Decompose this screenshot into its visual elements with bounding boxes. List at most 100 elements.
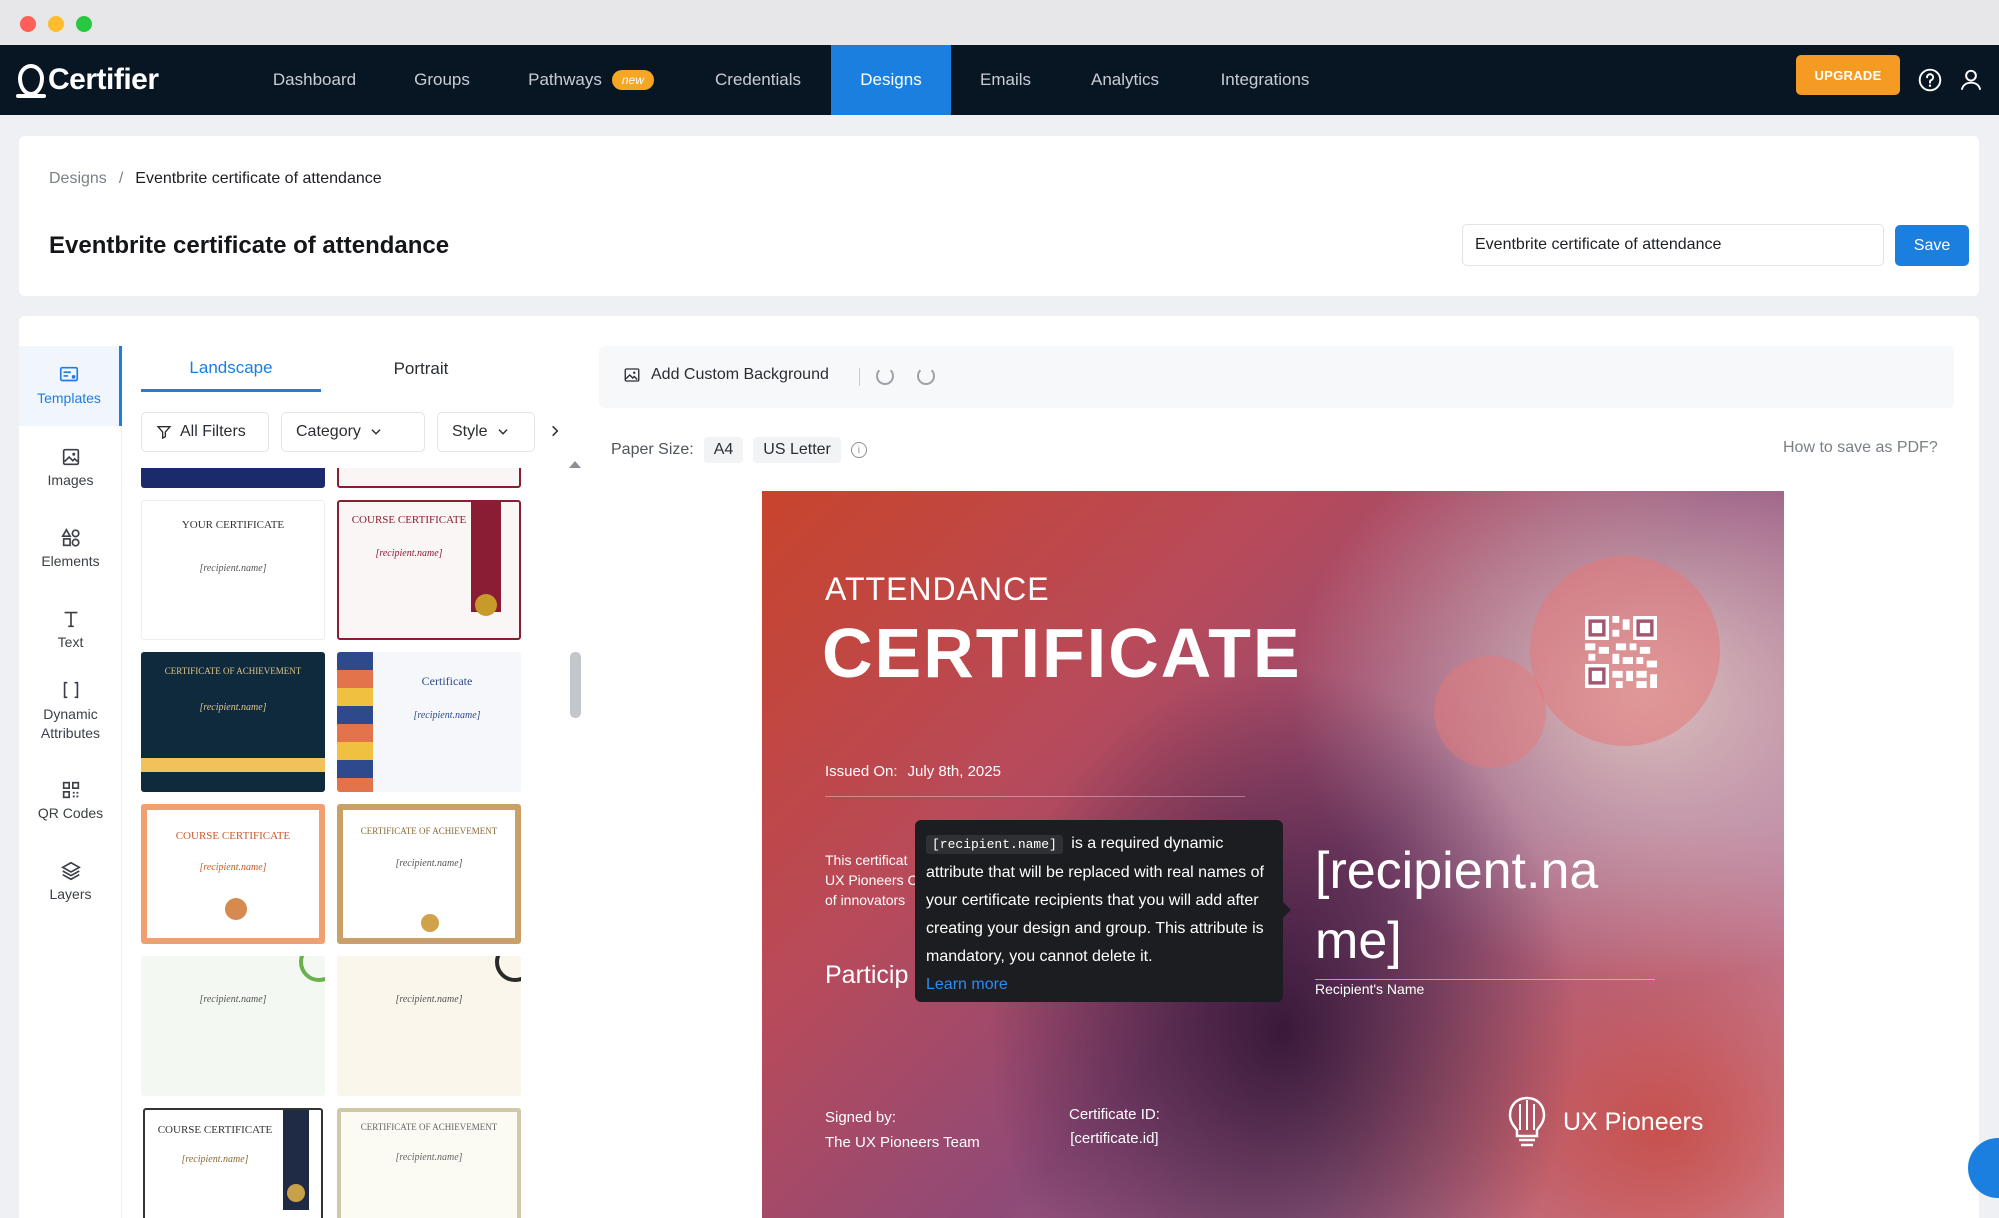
template-thumbnail[interactable]: CERTIFICATE OF ACHIEVEMENT [recipient.na… <box>141 652 325 792</box>
lightbulb-icon <box>1508 1096 1546 1147</box>
certificate-heading-small[interactable]: ATTENDANCE <box>825 571 1050 608</box>
issued-label: Issued On: <box>825 763 898 780</box>
question-circle-icon[interactable] <box>1917 66 1943 94</box>
template-thumbnail[interactable]: [recipient.name] <box>337 956 521 1096</box>
certificate-id-block[interactable]: Certificate ID: [certificate.id] <box>1069 1103 1160 1151</box>
recipient-name-label[interactable]: Recipient's Name <box>1315 981 1424 997</box>
design-name-input[interactable] <box>1462 224 1884 266</box>
thumbnail-title: CERTIFICATE OF ACHIEVEMENT <box>360 826 498 836</box>
maximize-window-button[interactable] <box>76 16 92 32</box>
template-thumbnail[interactable]: [recipient.name] <box>141 956 325 1096</box>
sidebar-item-dynamic-attributes[interactable]: Dynamic Attributes <box>19 671 122 761</box>
template-thumbnail[interactable]: Certificate [recipient.name] <box>337 652 521 792</box>
certifier-logo[interactable]: Certifier <box>16 57 159 103</box>
nav-emails-label: Emails <box>979 70 1031 89</box>
template-thumbnail[interactable]: YOUR CERTIFICATE [recipient.name] <box>141 500 325 640</box>
thumbnail-title: CERTIFICATE OF ACHIEVEMENT <box>360 1122 498 1132</box>
breadcrumb: Designs / Eventbrite certificate of atte… <box>49 170 382 188</box>
thumbnail-name: [recipient.name] <box>181 1154 249 1165</box>
issued-on[interactable]: Issued On: July 8th, 2025 <box>825 763 1001 780</box>
tab-portrait[interactable]: Portrait <box>331 346 511 392</box>
breadcrumb-separator: / <box>118 170 124 187</box>
user-icon[interactable] <box>1958 66 1984 94</box>
sidebar-item-images[interactable]: Images <box>19 438 122 508</box>
nav-pathways[interactable]: Pathways new <box>516 45 666 115</box>
participation-text[interactable]: Particip <box>825 961 925 990</box>
certificate-description[interactable]: This certificat UX Pioneers C of innovat… <box>825 850 925 910</box>
thumbnail-title: YOUR CERTIFICATE <box>181 519 285 531</box>
nav-groups[interactable]: Groups <box>396 45 488 115</box>
sidebar-item-templates[interactable]: Templates <box>19 346 122 426</box>
category-dropdown[interactable]: Category <box>281 412 425 452</box>
description-line: of innovators <box>825 892 906 908</box>
tooltip-text: is a required dynamic attribute that wil… <box>926 835 1264 965</box>
top-navigation: Certifier Dashboard Groups Pathways new C… <box>0 45 1999 115</box>
sidebar-item-qr-codes[interactable]: QR Codes <box>19 771 122 841</box>
recipient-name-attribute[interactable]: [recipient.na me] <box>1315 836 1655 976</box>
nav-credentials[interactable]: Credentials <box>700 45 816 115</box>
style-label: Style <box>452 423 488 440</box>
style-dropdown[interactable]: Style <box>437 412 535 452</box>
undo-icon[interactable] <box>876 367 894 385</box>
filter-icon <box>156 426 172 440</box>
nav-integrations[interactable]: Integrations <box>1210 45 1320 115</box>
add-custom-background-button[interactable]: Add Custom Background <box>623 366 829 384</box>
signed-by-label: Signed by: <box>825 1109 896 1126</box>
sidebar-item-layers[interactable]: Layers <box>19 852 122 922</box>
minimize-window-button[interactable] <box>48 16 64 32</box>
chevron-right-icon[interactable] <box>548 422 562 440</box>
breadcrumb-current: Eventbrite certificate of attendance <box>135 170 382 187</box>
category-label: Category <box>296 423 361 440</box>
qr-code-icon[interactable] <box>1585 616 1657 688</box>
issuer-name: UX Pioneers <box>1563 1107 1704 1136</box>
sidebar-item-label: Text <box>57 634 84 650</box>
chevron-down-icon <box>371 429 381 435</box>
upgrade-button[interactable]: UPGRADE <box>1796 55 1900 95</box>
all-filters-button[interactable]: All Filters <box>141 412 269 452</box>
template-thumbnail[interactable] <box>141 468 325 488</box>
paper-us-letter-option[interactable]: US Letter <box>753 437 841 463</box>
nav-analytics[interactable]: Analytics <box>1080 45 1170 115</box>
templates-icon <box>59 366 79 382</box>
nav-dashboard-label: Dashboard <box>272 70 357 89</box>
template-thumbnail[interactable]: COURSE CERTIFICATE [recipient.name] <box>143 1108 323 1218</box>
template-thumbnail[interactable]: CERTIFICATE OF ACHIEVEMENT [recipient.na… <box>337 1108 521 1218</box>
chevron-down-icon <box>497 429 508 435</box>
nav-integrations-label: Integrations <box>1220 70 1310 89</box>
template-thumbnail[interactable]: COURSE CERTIFICATE [recipient.name] <box>337 500 521 640</box>
signed-by-block[interactable]: Signed by: The UX Pioneers Team <box>825 1105 980 1155</box>
template-thumbnail[interactable] <box>337 468 521 488</box>
paper-a4-option[interactable]: A4 <box>703 437 744 463</box>
tab-landscape[interactable]: Landscape <box>141 346 321 392</box>
scrollbar-thumb[interactable] <box>570 652 581 718</box>
nav-designs[interactable]: Designs <box>831 45 951 115</box>
info-icon[interactable]: i <box>850 442 867 458</box>
design-header: Designs / Eventbrite certificate of atte… <box>19 136 1979 296</box>
template-thumbnail[interactable]: CERTIFICATE OF ACHIEVEMENT [recipient.na… <box>337 804 521 944</box>
redo-icon[interactable] <box>917 367 935 385</box>
learn-more-link[interactable]: Learn more <box>926 976 1008 993</box>
close-window-button[interactable] <box>20 16 36 32</box>
nav-dashboard[interactable]: Dashboard <box>252 45 377 115</box>
sidebar-item-label: Elements <box>41 553 100 569</box>
issuer-logo[interactable]: UX Pioneers <box>1507 1096 1703 1148</box>
certificate-id-value: [certificate.id] <box>1070 1130 1159 1147</box>
scroll-up-arrow[interactable] <box>569 461 581 468</box>
page-title: Eventbrite certificate of attendance <box>49 232 450 259</box>
add-background-label: Add Custom Background <box>651 366 829 383</box>
how-to-save-pdf-link[interactable]: How to save as PDF? <box>1783 439 1938 457</box>
description-line: UX Pioneers C <box>825 872 918 888</box>
sidebar-item-label: Images <box>47 472 94 488</box>
breadcrumb-designs-link[interactable]: Designs <box>49 170 107 188</box>
certificate-heading-large[interactable]: CERTIFICATE <box>822 613 1302 693</box>
toolbar-divider <box>859 368 860 386</box>
nav-emails[interactable]: Emails <box>968 45 1043 115</box>
sidebar-item-text[interactable]: Text <box>19 600 122 670</box>
template-thumbnail[interactable]: COURSE CERTIFICATE [recipient.name] <box>141 804 325 944</box>
thumbnail-name: [recipient.name] <box>199 862 267 873</box>
save-button[interactable]: Save <box>1895 225 1969 266</box>
text-icon <box>64 611 77 628</box>
qr-code-icon <box>62 781 79 799</box>
window-titlebar <box>0 0 1999 45</box>
sidebar-item-elements[interactable]: Elements <box>19 519 122 589</box>
